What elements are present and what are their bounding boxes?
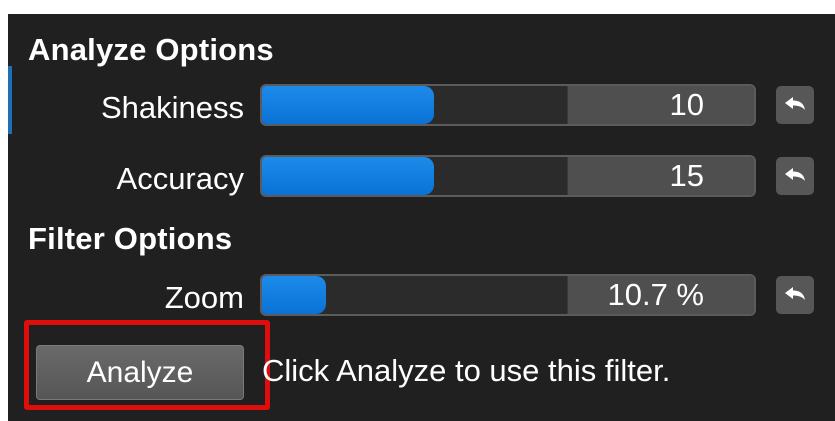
zoom-value-field[interactable]: 10.7 % <box>567 276 754 314</box>
left-accent-bar <box>8 66 12 134</box>
shakiness-value-field[interactable]: 10 <box>567 86 754 124</box>
shakiness-slider-fill <box>262 86 435 124</box>
accuracy-label: Accuracy <box>116 161 244 196</box>
reset-arrow-icon <box>784 167 806 185</box>
accuracy-slider-fill <box>262 157 435 195</box>
zoom-slider[interactable]: 10.7 % <box>260 274 756 316</box>
shakiness-slider[interactable]: 10 <box>260 84 756 126</box>
accuracy-value: 15 <box>669 158 704 193</box>
analyze-button[interactable]: Analyze <box>36 345 244 400</box>
zoom-value: 10.7 % <box>607 277 704 312</box>
shakiness-label: Shakiness <box>100 90 244 125</box>
reset-arrow-icon <box>784 96 806 114</box>
analyze-options-title: Analyze Options <box>28 32 274 67</box>
accuracy-value-field[interactable]: 15 <box>567 157 754 195</box>
filter-options-title: Filter Options <box>28 221 233 256</box>
accuracy-slider[interactable]: 15 <box>260 155 756 197</box>
reset-arrow-icon <box>784 286 806 304</box>
filter-panel: Analyze Options Shakiness 10 Accuracy 15… <box>8 14 835 421</box>
zoom-slider-fill <box>262 276 326 314</box>
zoom-reset-button[interactable] <box>776 276 814 314</box>
analyze-hint-text: Click Analyze to use this filter. <box>262 353 671 388</box>
shakiness-value: 10 <box>669 87 704 122</box>
zoom-label: Zoom <box>164 280 244 315</box>
accuracy-reset-button[interactable] <box>776 157 814 195</box>
shakiness-reset-button[interactable] <box>776 86 814 124</box>
